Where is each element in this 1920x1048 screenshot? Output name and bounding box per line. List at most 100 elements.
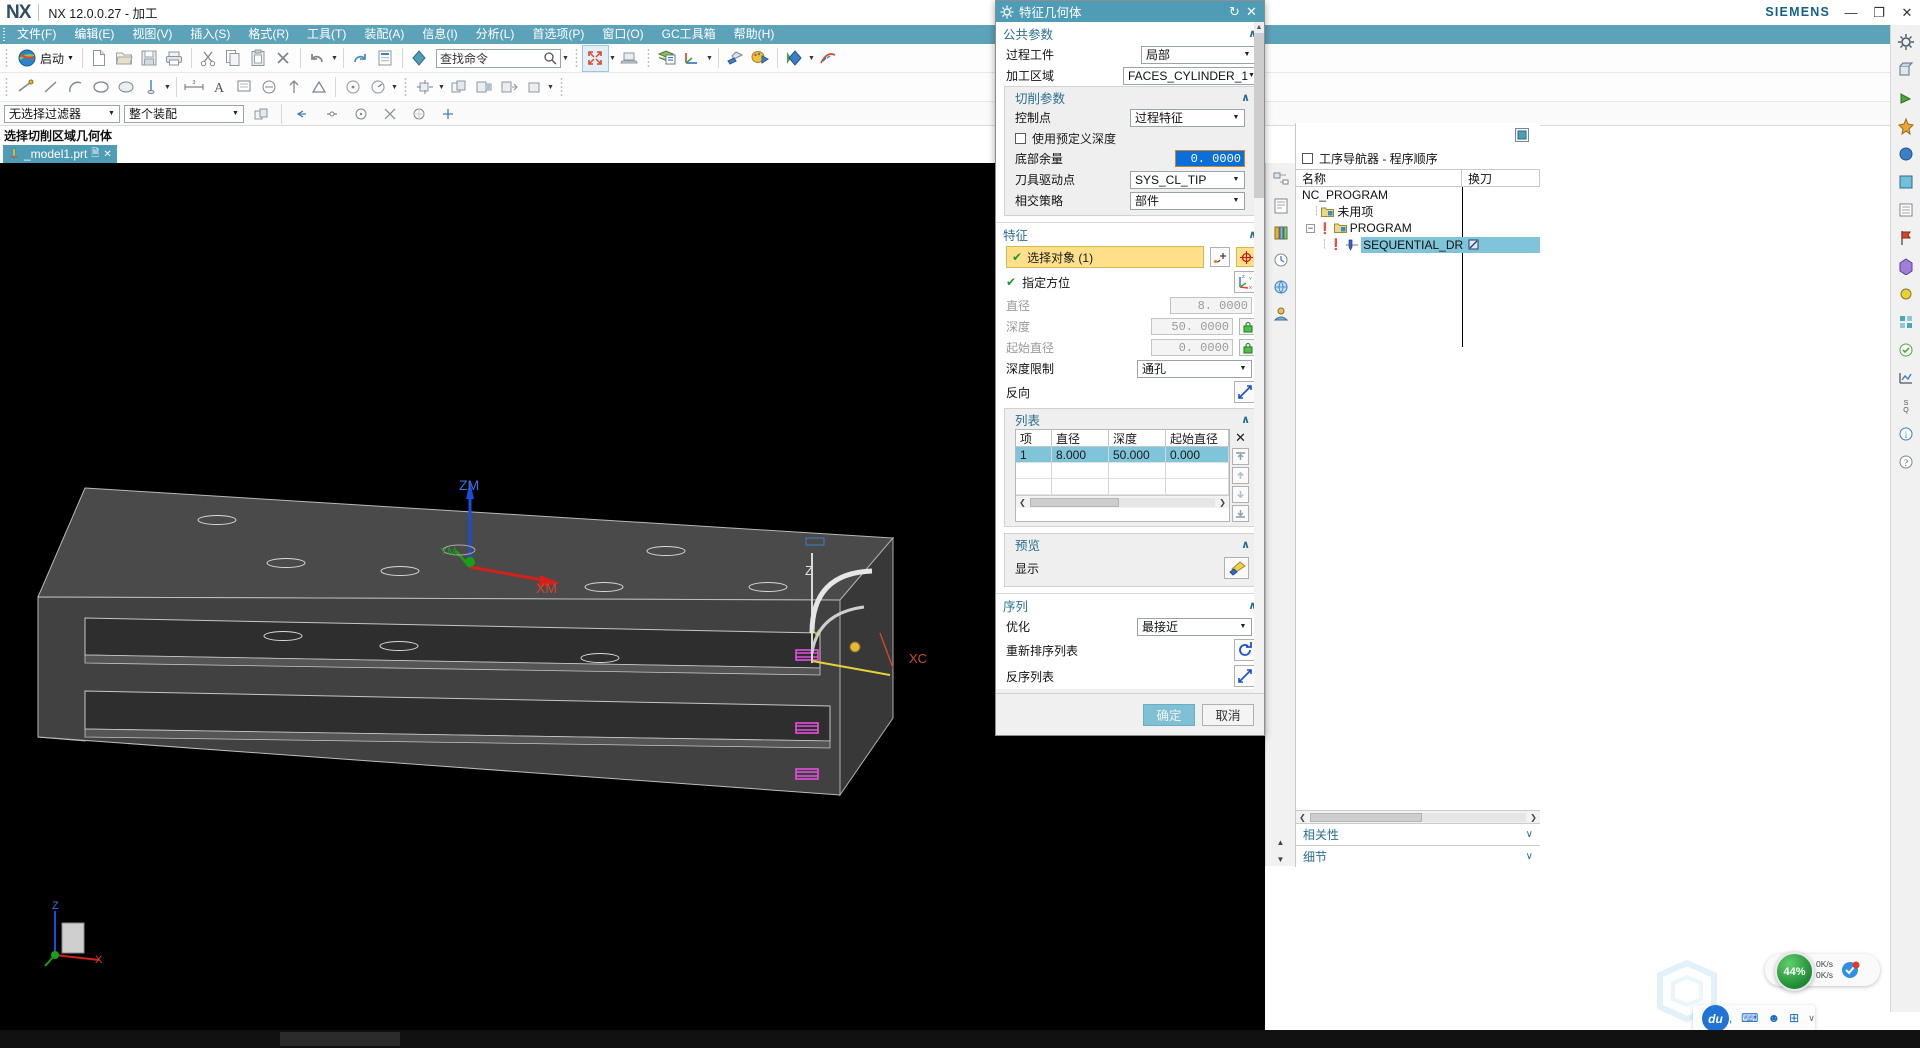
command-finder-dropdown[interactable]: ▼ (561, 46, 570, 71)
menu-preferences[interactable]: 首选项(P) (523, 25, 593, 44)
paste-button[interactable] (246, 46, 271, 71)
intersect-strategy-combo[interactable]: 部件 ▼ (1130, 191, 1245, 210)
chevron-down-icon[interactable]: ▼ (67, 55, 74, 62)
move-dropdown[interactable]: ▼ (437, 75, 446, 100)
toolbar-gripper[interactable] (3, 76, 10, 98)
scroll-thumb[interactable] (1310, 812, 1423, 822)
visibility-dropdown[interactable]: ▼ (807, 46, 816, 71)
menu-view[interactable]: 视图(V) (123, 25, 181, 44)
reorder-list-button[interactable] (1234, 639, 1256, 661)
col-item[interactable]: 项 (1016, 430, 1052, 447)
right-cyan-button[interactable] (1894, 170, 1918, 194)
delete-button[interactable] (271, 46, 296, 71)
specify-orientation-button[interactable]: ZYX (1234, 271, 1256, 293)
move-top-button[interactable] (1232, 448, 1249, 465)
depth-limit-combo[interactable]: 通孔 ▼ (1137, 359, 1252, 378)
right-sequence-button[interactable]: SQ (1894, 394, 1918, 418)
snap-midpoint-button[interactable] (319, 101, 344, 126)
menu-gripper[interactable] (0, 25, 8, 44)
copy-button[interactable] (221, 46, 246, 71)
security-shield-icon[interactable] (1840, 960, 1860, 980)
du-logo-badge[interactable]: du (1702, 1005, 1729, 1032)
feature-list-table[interactable]: 项 直径 深度 起始直径 1 8.000 50.000 0.000 ❮ ❯ (1015, 429, 1230, 522)
fullscreen-dropdown[interactable]: ▼ (608, 46, 617, 71)
right-orange-button[interactable] (1894, 114, 1918, 138)
right-graph-button[interactable] (1894, 366, 1918, 390)
process-workpiece-combo[interactable]: 局部 ▼ (1141, 45, 1256, 64)
group-header-common[interactable]: 公共参数 ∧ (996, 22, 1264, 44)
user-icon[interactable]: ☻ (1767, 1011, 1780, 1025)
toolbar-gripper[interactable] (3, 47, 10, 69)
scroll-up-icon[interactable]: ▲ (1254, 22, 1264, 33)
chevron-down-icon[interactable]: ∨ (1526, 851, 1533, 862)
control-point-combo[interactable]: 过程特征 ▼ (1130, 108, 1245, 127)
note-button[interactable] (231, 75, 256, 100)
chevron-up-icon[interactable]: ∧ (1241, 538, 1250, 551)
right-gear-button[interactable] (1894, 30, 1918, 54)
scroll-left-icon[interactable]: ❮ (1016, 498, 1029, 507)
taskbar-item[interactable] (280, 1032, 400, 1046)
column-header-name[interactable]: 名称 (1296, 170, 1462, 186)
save-button[interactable] (137, 46, 162, 71)
right-yellow-button[interactable] (1894, 282, 1918, 306)
shape-button[interactable] (113, 75, 138, 100)
scroll-track[interactable] (1030, 497, 1215, 507)
group-header-list[interactable]: 列表 ∧ (1005, 409, 1257, 429)
add-feature-button[interactable] (1210, 247, 1230, 267)
scroll-thumb[interactable] (1030, 497, 1119, 507)
navigator-dock-button[interactable] (1509, 123, 1534, 148)
snap-endpoint-button[interactable] (290, 101, 315, 126)
nav-section-details[interactable]: 细节 ∨ (1296, 845, 1540, 867)
measure-distance-button[interactable] (340, 75, 365, 100)
menu-file[interactable]: 文件(F) (8, 25, 65, 44)
chevron-down-icon[interactable]: ▼ (1239, 51, 1255, 58)
measure-angle-button[interactable] (365, 75, 390, 100)
move-down-button[interactable] (1232, 486, 1249, 503)
new-file-button[interactable] (87, 46, 112, 71)
chevron-down-icon[interactable]: ▼ (228, 110, 243, 117)
command-finder-input[interactable]: 查找命令 (435, 48, 561, 68)
navigator-horizontal-scrollbar[interactable]: ❮ ❯ (1296, 810, 1540, 823)
group-header-preview[interactable]: 预览 ∧ (1005, 534, 1257, 554)
reverse-direction-button[interactable] (1234, 381, 1256, 403)
machining-area-combo[interactable]: FACES_CYLINDER_1 ▼ (1123, 66, 1256, 85)
undo-button[interactable] (305, 46, 330, 71)
table-row[interactable]: 1 8.000 50.000 0.000 (1016, 447, 1229, 463)
scroll-right-icon[interactable]: ❯ (1527, 813, 1540, 822)
use-predefined-depth-checkbox[interactable] (1015, 132, 1026, 144)
table-row[interactable]: − ❗ PROGRAM (1296, 220, 1540, 237)
col-diameter[interactable]: 直径 (1052, 430, 1109, 447)
delete-item-button[interactable]: ✕ (1232, 429, 1249, 446)
dimension-button[interactable]: 3 (181, 75, 206, 100)
right-green-button[interactable] (1894, 86, 1918, 110)
tree-expander[interactable]: − (1306, 223, 1315, 233)
wcs-dropdown[interactable]: ▼ (705, 46, 714, 71)
snap-center-button[interactable] (348, 101, 373, 126)
table-horizontal-scrollbar[interactable]: ❮ ❯ (1016, 495, 1229, 508)
cancel-button[interactable]: 取消 (1202, 703, 1254, 726)
tolerance-button[interactable] (281, 75, 306, 100)
chevron-up-icon[interactable]: ∧ (1241, 91, 1250, 104)
chevron-down-icon[interactable]: ▼ (1235, 365, 1251, 372)
analysis-button[interactable] (816, 46, 841, 71)
resource-collapse-up[interactable]: ▲ (1269, 835, 1293, 849)
command-finder-icon-button[interactable] (407, 46, 432, 71)
keyboard-icon[interactable]: ⌨ (1741, 1011, 1758, 1025)
ok-button[interactable]: 确定 (1143, 703, 1195, 726)
navigator-checkbox-icon[interactable] (1302, 152, 1313, 164)
tab-model1[interactable]: _model1.prt 🗎 ✕ (3, 145, 117, 163)
bottom-stock-input[interactable]: 0. 0000 (1175, 150, 1245, 167)
col-start-diameter[interactable]: 起始直径 (1166, 430, 1229, 447)
menu-format[interactable]: 格式(R) (239, 25, 298, 44)
selection-scope-combo[interactable]: 整个装配 ▼ (124, 104, 244, 123)
menu-analysis[interactable]: 分析(L) (467, 25, 524, 44)
measure-dropdown[interactable]: ▼ (390, 75, 399, 100)
resource-history[interactable] (1269, 248, 1293, 272)
selection-filter-combo[interactable]: 无选择过滤器 ▼ (4, 104, 120, 123)
right-info-button[interactable]: i (1894, 422, 1918, 446)
symbol-button[interactable] (256, 75, 281, 100)
cpu-usage-badge[interactable]: 44% (1775, 952, 1814, 991)
resource-web-browser[interactable] (1269, 275, 1293, 299)
circle-button[interactable] (88, 75, 113, 100)
right-teal-button[interactable] (1894, 310, 1918, 334)
